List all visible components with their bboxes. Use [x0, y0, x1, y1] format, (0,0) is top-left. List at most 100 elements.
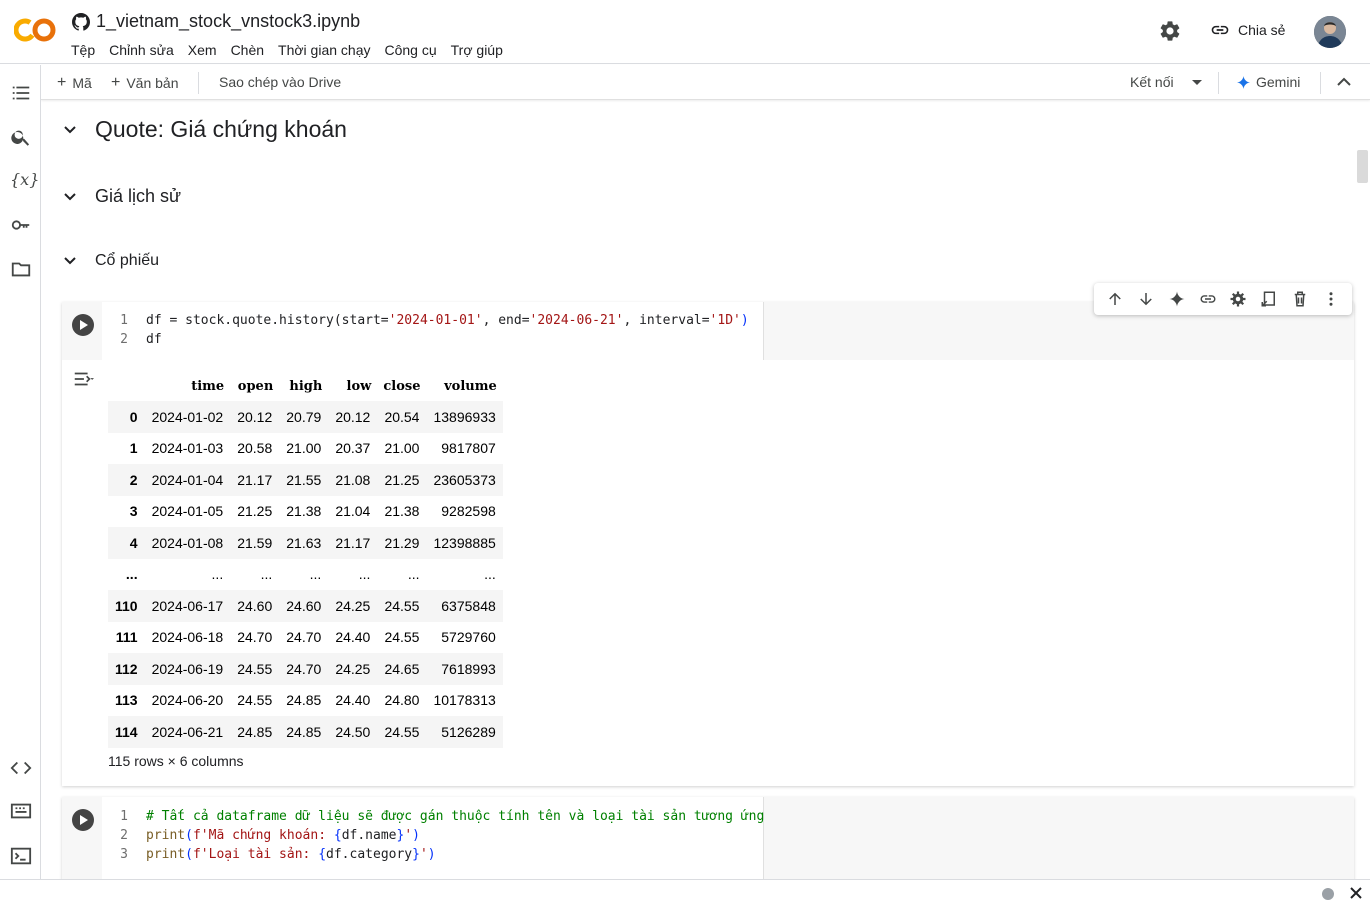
add-text-button[interactable]: + Văn bản	[111, 74, 179, 92]
code-brace: {	[333, 828, 342, 843]
plus-icon: +	[57, 74, 67, 91]
output-options-icon[interactable]	[72, 368, 94, 390]
gemini-button[interactable]: Gemini	[1237, 74, 1300, 90]
menu-tools[interactable]: Công cụ	[383, 41, 443, 58]
gear-icon[interactable]	[1158, 19, 1182, 43]
column-header: open	[237, 379, 274, 394]
run-cell-button[interactable]	[72, 314, 94, 336]
table-row: 112 2024-06-19 24.55 24.70 24.25 24.65 7618993	[108, 653, 503, 685]
code-string: '2024-01-01'	[388, 313, 483, 328]
colab-logo[interactable]	[14, 16, 56, 44]
arrow-up-icon[interactable]	[1106, 290, 1124, 308]
code-editor[interactable]: 1 # Tất cả dataframe dữ liệu sẽ được gán …	[102, 797, 764, 879]
command-palette-icon[interactable]	[10, 800, 32, 822]
sparkle-icon	[1237, 75, 1250, 89]
table-cell: ...	[309, 566, 322, 583]
user-avatar-icon	[1314, 16, 1346, 48]
code-editor[interactable]: 1 df = stock.quote.history(start='2024-01…	[102, 302, 764, 360]
menu-file[interactable]: Tệp	[70, 41, 102, 58]
caret-down-icon[interactable]	[1191, 79, 1203, 87]
copy-to-drive-button[interactable]: Sao chép vào Drive	[219, 74, 341, 90]
table-cell: 21.59	[237, 534, 273, 551]
table-cell: 2024-06-19	[151, 660, 224, 677]
link-icon[interactable]	[1199, 290, 1217, 308]
row-index: 4	[129, 534, 138, 551]
variables-icon[interactable]: {x}	[10, 169, 39, 191]
heading-history: Giá lịch sử	[95, 186, 182, 206]
menu-runtime[interactable]: Thời gian chạy	[277, 41, 377, 58]
avatar[interactable]	[1314, 16, 1346, 48]
gear-icon[interactable]	[1229, 290, 1247, 308]
status-dot-icon	[1322, 888, 1334, 900]
table-cell: 20.12	[237, 408, 273, 425]
table-cell: 9817807	[441, 440, 496, 457]
table-row: 0 2024-01-02 20.12 20.79 20.12 20.54 13896933	[108, 401, 503, 433]
line-number: 2	[120, 332, 128, 347]
share-button[interactable]: Chia sẻ	[1210, 20, 1285, 40]
table-cell: 24.85	[286, 692, 322, 709]
search-icon[interactable]	[10, 126, 32, 148]
delete-icon[interactable]	[1291, 290, 1309, 308]
code-text: df.category	[326, 847, 413, 862]
table-row: 111 2024-06-18 24.70 24.70 24.40 24.55 5729760	[108, 622, 503, 654]
code-cell[interactable]: 1 # Tất cả dataframe dữ liệu sẽ được gán …	[62, 797, 1354, 879]
code-function: print	[146, 847, 186, 862]
github-icon[interactable]	[72, 12, 90, 31]
table-cell: ...	[211, 566, 224, 583]
folder-icon[interactable]	[10, 258, 32, 280]
row-index: 111	[115, 629, 138, 646]
chevron-up-icon[interactable]	[1337, 77, 1351, 87]
terminal-icon[interactable]	[10, 845, 32, 867]
table-cell: 21.00	[286, 440, 322, 457]
table-cell: 21.04	[335, 503, 371, 520]
vertical-scrollbar[interactable]	[1357, 150, 1368, 183]
menu-insert[interactable]: Chèn	[230, 41, 271, 58]
code-string: '	[419, 847, 428, 862]
code-function: print	[146, 828, 186, 843]
app-header: 1_vietnam_stock_vnstock3.ipynb Tệp Chỉnh…	[0, 0, 1370, 64]
menu-help[interactable]: Trợ giúp	[450, 41, 510, 58]
table-cell: 24.70	[286, 660, 322, 677]
add-code-button[interactable]: + Mã	[57, 74, 92, 92]
code-text: df.name	[341, 828, 397, 843]
heading-quote: Quote: Giá chứng khoán	[95, 116, 347, 142]
code-line: 2 print(f'Mã chứng khoán: {df.name}')	[102, 828, 420, 843]
code-text: df = stock.quote.history(start=	[146, 313, 389, 328]
code-text: , end=	[482, 313, 530, 328]
left-rail: {x}	[0, 65, 41, 879]
code-brace: }	[412, 847, 420, 862]
code-area: 1 # Tất cả dataframe dữ liệu sẽ được gán …	[62, 797, 1354, 879]
table-cell: 7618993	[441, 660, 496, 677]
notebook-toolbar: + Mã + Văn bản Sao chép vào Drive Kết nố…	[41, 65, 1370, 100]
sparkle-icon[interactable]	[1168, 290, 1186, 308]
menu-bar: Tệp Chỉnh sửa Xem Chèn Thời gian chạy Cô…	[70, 41, 516, 58]
row-index: 113	[115, 692, 138, 709]
code-line: 2 df	[102, 332, 162, 347]
table-cell: 21.38	[286, 503, 322, 520]
chevron-down-icon[interactable]	[63, 254, 77, 268]
connect-button[interactable]: Kết nối	[1130, 74, 1174, 90]
row-index: 0	[129, 408, 138, 425]
chevron-down-icon[interactable]	[63, 123, 77, 137]
key-icon[interactable]	[10, 214, 32, 236]
mirror-cell-icon[interactable]	[1260, 290, 1278, 308]
notebook-title[interactable]: 1_vietnam_stock_vnstock3.ipynb	[96, 11, 360, 32]
run-cell-button[interactable]	[72, 809, 94, 831]
code-paren: )	[427, 847, 436, 862]
table-header-row: time open high low close volume	[108, 372, 503, 401]
arrow-down-icon[interactable]	[1137, 290, 1155, 308]
code-line: 3 print(f'Loại tài sản: {df.category}')	[102, 847, 436, 862]
table-cell: ...	[484, 566, 496, 583]
menu-view[interactable]: Xem	[187, 41, 224, 58]
menu-edit[interactable]: Chỉnh sửa	[108, 41, 181, 58]
table-cell: 2024-06-17	[151, 597, 224, 614]
close-icon[interactable]	[1349, 886, 1363, 900]
chevron-down-icon[interactable]	[63, 190, 77, 204]
code-cell[interactable]: 1 df = stock.quote.history(start='2024-01…	[62, 302, 1354, 786]
more-vert-icon[interactable]	[1322, 290, 1340, 308]
table-row: 113 2024-06-20 24.55 24.85 24.40 24.80 1017831…	[108, 685, 503, 717]
code-snippets-icon[interactable]	[10, 757, 32, 779]
table-of-contents-icon[interactable]	[10, 82, 32, 104]
table-cell: 20.12	[335, 408, 371, 425]
table-row: 4 2024-01-08 21.59 21.63 21.17 21.29 12398885	[108, 527, 503, 559]
